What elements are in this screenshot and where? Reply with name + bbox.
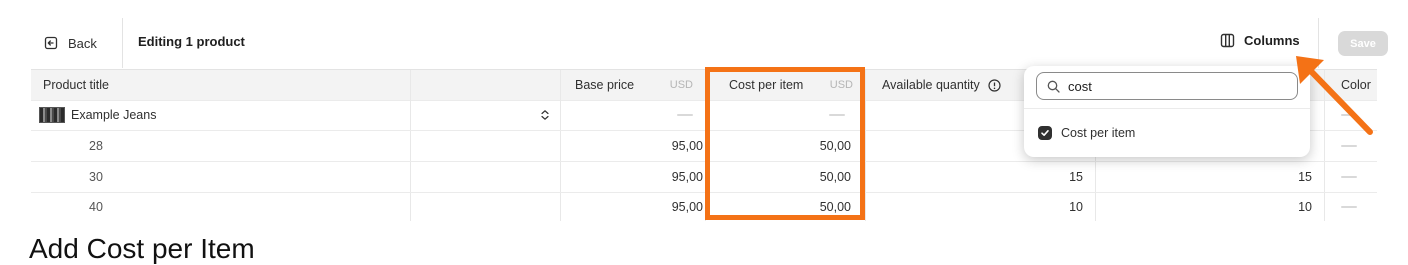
column-search-input[interactable] (1068, 78, 1268, 94)
color-cell[interactable] (1324, 193, 1377, 221)
header-product-title[interactable]: Product title (31, 70, 410, 100)
base-price-input[interactable]: 95,00 (560, 131, 705, 161)
blank-cell (410, 131, 560, 161)
blank-cell (410, 193, 560, 221)
back-button[interactable]: Back (44, 24, 97, 62)
available-quantity-input[interactable]: 10 (865, 193, 1095, 221)
available-quantity-input[interactable]: 15 (1095, 162, 1324, 192)
column-option-cost-per-item[interactable]: Cost per item (1038, 126, 1135, 140)
variant-title-cell: 30 (89, 170, 103, 184)
empty-dash (1341, 176, 1357, 178)
empty-dash (1341, 145, 1357, 147)
column-search-field[interactable] (1036, 72, 1298, 100)
available-quantity-input[interactable]: 10 (1095, 193, 1324, 221)
exit-icon (44, 36, 58, 50)
annotation-caption: Add Cost per Item (29, 233, 255, 264)
header-blank (410, 70, 560, 100)
color-cell[interactable] (1324, 162, 1377, 192)
column-option-label: Cost per item (1061, 126, 1136, 140)
empty-dash (677, 114, 693, 116)
columns-icon (1220, 33, 1235, 48)
back-label: Back (68, 35, 97, 51)
columns-label: Columns (1244, 33, 1300, 48)
product-title-cell[interactable]: Example Jeans (31, 100, 410, 130)
variant-title-cell: 28 (89, 139, 103, 153)
search-icon (1047, 80, 1060, 93)
base-price-cell (560, 100, 705, 130)
base-price-input[interactable]: 95,00 (560, 193, 705, 221)
empty-dash (1341, 206, 1357, 208)
checkbox[interactable] (1038, 126, 1052, 140)
page-title: Editing 1 product (138, 34, 245, 49)
select-chevron-icon (541, 110, 549, 120)
blank-cell (410, 162, 560, 192)
variant-options-select[interactable] (410, 100, 560, 130)
highlight-box (705, 67, 865, 220)
checkmark-icon (1041, 130, 1049, 136)
top-bar: Back Editing 1 product Columns Save (0, 0, 1408, 68)
columns-popover: Cost per item (1024, 66, 1310, 157)
header-base-price[interactable]: Base price USD (560, 70, 705, 100)
table-row: 40 95,00 50,00 10 10 (31, 193, 1377, 221)
columns-button[interactable]: Columns (1220, 33, 1300, 48)
available-quantity-input[interactable]: 15 (865, 162, 1095, 192)
currency-label: USD (669, 79, 693, 91)
table-row: 30 95,00 50,00 15 15 (31, 162, 1377, 193)
divider (122, 18, 123, 68)
arrow-icon (1296, 56, 1373, 135)
base-price-input[interactable]: 95,00 (560, 162, 705, 192)
variant-title-cell: 40 (89, 200, 103, 214)
info-icon[interactable] (988, 78, 1001, 92)
product-thumbnail (39, 107, 65, 123)
divider (1024, 108, 1310, 109)
